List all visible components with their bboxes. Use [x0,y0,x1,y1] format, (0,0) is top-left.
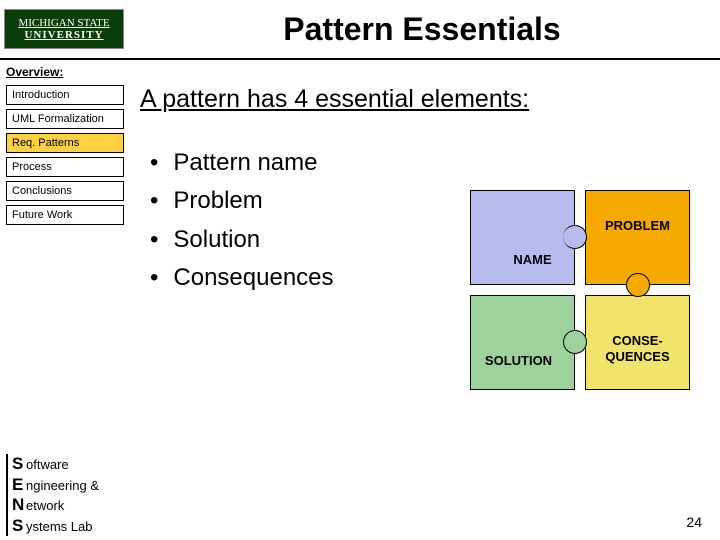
footer-line: Network [12,495,99,515]
puzzle-piece-problem: PROBLEM [585,190,690,285]
lab-name-footer: Software Engineering & Network Systems L… [6,454,99,536]
sidebar-label: Overview: [6,65,63,79]
puzzle-knob [626,273,650,297]
footer-line: Engineering & [12,475,99,495]
bullet-item: Pattern name [150,144,700,182]
puzzle-knob [563,330,587,354]
slide-title: Pattern Essentials [124,11,720,48]
msu-logo: MICHIGAN STATE UNIVERSITY [4,9,124,49]
footer-line: Systems Lab [12,516,99,536]
puzzle-graphic: NAME PROBLEM SOLUTION CONSE- QUENCES [470,190,690,390]
page-number: 24 [686,514,702,530]
content-heading: A pattern has 4 essential elements: [140,85,700,114]
puzzle-piece-name: NAME [470,190,575,285]
sidebar-item-process[interactable]: Process [6,157,124,177]
sidebar: Introduction UML Formalization Req. Patt… [6,85,124,229]
sidebar-item-req-patterns[interactable]: Req. Patterns [6,133,124,153]
sidebar-item-introduction[interactable]: Introduction [6,85,124,105]
puzzle-piece-solution: SOLUTION [470,295,575,390]
sidebar-item-conclusions[interactable]: Conclusions [6,181,124,201]
sidebar-item-uml[interactable]: UML Formalization [6,109,124,129]
footer-line: Software [12,454,99,474]
puzzle-piece-consequences: CONSE- QUENCES [585,295,690,390]
puzzle-knob [563,225,587,249]
logo-line2: UNIVERSITY [24,29,103,41]
logo-line1: MICHIGAN STATE [18,17,109,29]
sidebar-item-future-work[interactable]: Future Work [6,205,124,225]
slide-header: MICHIGAN STATE UNIVERSITY Pattern Essent… [0,0,720,60]
